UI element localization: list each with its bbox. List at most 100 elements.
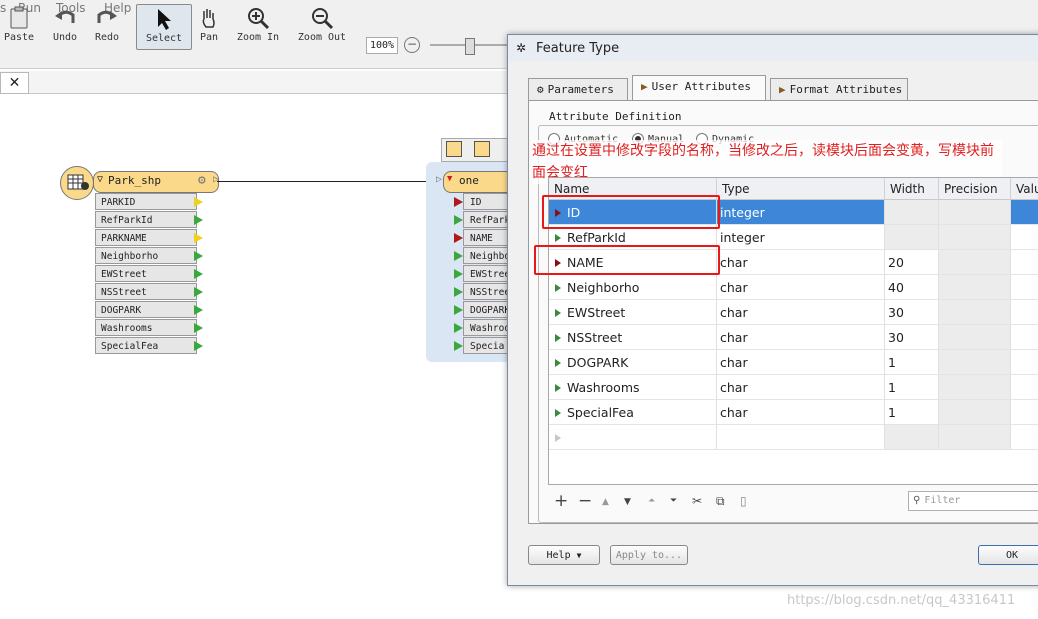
row-expand-icon[interactable]	[555, 309, 561, 317]
writer-attribute[interactable]: EWStree	[463, 265, 513, 282]
collapse-icon[interactable]: ▽	[97, 174, 103, 185]
column-header-width[interactable]: Width	[885, 178, 939, 200]
add-attribute-button[interactable]: +	[554, 491, 568, 511]
cell-precision[interactable]	[939, 200, 1011, 225]
writer-attribute[interactable]: NSStree	[463, 283, 513, 300]
undo-button[interactable]: Undo	[48, 4, 82, 48]
select-button[interactable]: Select	[136, 4, 192, 50]
reader-attribute[interactable]: DOGPARK	[95, 301, 197, 318]
move-top-button[interactable]: ⏶	[648, 496, 655, 506]
help-button[interactable]: Help ▼	[528, 545, 600, 565]
column-header-type[interactable]: Type	[717, 178, 885, 200]
reader-node-park-shp[interactable]: ▽ Park_shp ⚙ ▷	[93, 171, 219, 193]
tab-user-attributes[interactable]: ▶ User Attributes	[632, 75, 766, 101]
table-row[interactable]: EWStreet char 30	[549, 300, 1038, 325]
cell-precision[interactable]	[939, 225, 1011, 250]
cell-value[interactable]	[1011, 200, 1038, 225]
attribute-port-icon[interactable]	[194, 341, 203, 351]
attribute-port-icon[interactable]	[454, 233, 463, 243]
move-bottom-button[interactable]: ⏷	[670, 496, 677, 506]
row-expand-icon[interactable]	[555, 384, 561, 392]
cell-type[interactable]: char	[717, 400, 885, 425]
cell-type[interactable]: char	[717, 325, 885, 350]
zoom-slider-handle[interactable]	[465, 38, 475, 55]
cell-value[interactable]	[1011, 350, 1038, 375]
table-row[interactable]: SpecialFea char 1	[549, 400, 1038, 425]
cell-name[interactable]: NSStreet	[549, 325, 717, 350]
add-output-icon[interactable]	[474, 141, 490, 157]
attribute-port-icon[interactable]	[194, 197, 203, 207]
remove-attribute-button[interactable]: −	[578, 491, 592, 511]
reader-attribute[interactable]: Neighborho	[95, 247, 197, 264]
zoom-minus-icon[interactable]: −	[404, 37, 420, 53]
cell-width[interactable]: 30	[885, 300, 939, 325]
cell-type[interactable]: char	[717, 375, 885, 400]
cell-width[interactable]: 40	[885, 275, 939, 300]
attribute-port-icon[interactable]	[194, 269, 203, 279]
input-port-icon[interactable]: ▷	[436, 174, 442, 185]
cell-value[interactable]	[1011, 400, 1038, 425]
reader-attribute[interactable]: NSStreet	[95, 283, 197, 300]
attribute-port-icon[interactable]	[454, 269, 463, 279]
attribute-port-icon[interactable]	[454, 197, 463, 207]
table-row[interactable]: DOGPARK char 1	[549, 350, 1038, 375]
gear-icon[interactable]: ⚙	[198, 173, 206, 188]
cell-width[interactable]: 30	[885, 325, 939, 350]
zoom-in-button[interactable]: Zoom In	[234, 4, 282, 48]
row-expand-icon[interactable]	[555, 359, 561, 367]
writer-attribute[interactable]: DOGPARK	[463, 301, 513, 318]
cell-precision[interactable]	[939, 400, 1011, 425]
attribute-port-icon[interactable]	[194, 233, 203, 243]
cut-icon[interactable]: ✂	[692, 494, 702, 508]
attribute-port-icon[interactable]	[194, 251, 203, 261]
attribute-port-icon[interactable]	[194, 215, 203, 225]
reader-attribute[interactable]: Washrooms	[95, 319, 197, 336]
writer-node-one[interactable]: ▷ ▼ one	[436, 171, 515, 193]
reader-attribute[interactable]: PARKNAME	[95, 229, 197, 246]
cell-value[interactable]	[1011, 275, 1038, 300]
writer-attribute[interactable]: Neighbo	[463, 247, 513, 264]
cell-type[interactable]: char	[717, 350, 885, 375]
close-tab-icon[interactable]: ✕	[0, 72, 29, 94]
cell-type[interactable]: char	[717, 275, 885, 300]
cell-width[interactable]	[885, 225, 939, 250]
row-expand-icon[interactable]	[555, 334, 561, 342]
row-expand-icon[interactable]	[555, 234, 561, 242]
reader-icon[interactable]	[60, 166, 94, 200]
empty-cell[interactable]	[717, 425, 885, 450]
cell-value[interactable]	[1011, 250, 1038, 275]
ok-button[interactable]: OK	[978, 545, 1038, 565]
cell-value[interactable]	[1011, 325, 1038, 350]
output-port-icon[interactable]: ▷	[213, 174, 219, 185]
reader-attribute[interactable]: EWStreet	[95, 265, 197, 282]
move-down-button[interactable]: ▼	[624, 497, 631, 507]
zoom-level-field[interactable]: 100%	[366, 37, 398, 54]
attribute-port-icon[interactable]	[454, 287, 463, 297]
empty-cell[interactable]	[1011, 425, 1038, 450]
attribute-port-icon[interactable]	[194, 287, 203, 297]
column-header-value[interactable]: Valu	[1011, 178, 1038, 200]
cell-precision[interactable]	[939, 375, 1011, 400]
move-up-button[interactable]: ▲	[602, 497, 609, 507]
filter-input[interactable]: ⚲ Filter	[908, 491, 1038, 511]
connection-line[interactable]	[217, 181, 443, 182]
cell-value[interactable]	[1011, 375, 1038, 400]
reader-attribute[interactable]: RefParkId	[95, 211, 197, 228]
attribute-port-icon[interactable]	[454, 251, 463, 261]
cell-precision[interactable]	[939, 325, 1011, 350]
cell-name[interactable]: SpecialFea	[549, 400, 717, 425]
table-row[interactable]: NSStreet char 30	[549, 325, 1038, 350]
cell-width[interactable]: 1	[885, 350, 939, 375]
pan-button[interactable]: Pan	[196, 4, 222, 48]
collapse-icon[interactable]: ▼	[447, 174, 452, 184]
cell-value[interactable]	[1011, 225, 1038, 250]
feature-type-icon[interactable]	[446, 141, 462, 157]
cell-name[interactable]: Neighborho	[549, 275, 717, 300]
cell-type[interactable]: char	[717, 300, 885, 325]
cell-precision[interactable]	[939, 350, 1011, 375]
row-expand-icon[interactable]	[555, 409, 561, 417]
copy-icon[interactable]: ⧉	[716, 494, 725, 509]
cell-width[interactable]	[885, 200, 939, 225]
new-attribute-row[interactable]	[549, 425, 1038, 450]
writer-attribute[interactable]: Washroo	[463, 319, 513, 336]
